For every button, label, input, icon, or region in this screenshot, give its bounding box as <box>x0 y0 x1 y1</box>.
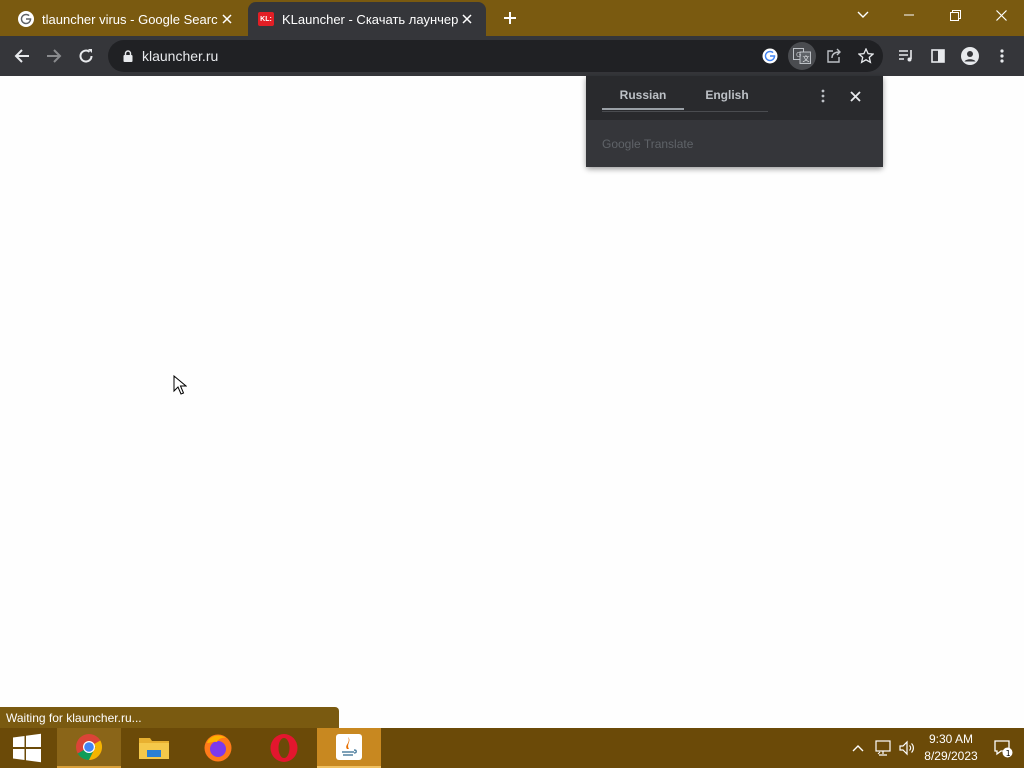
translate-footer: Google Translate <box>586 120 883 167</box>
google-translate-brand: Google Translate <box>602 137 694 151</box>
volume-icon[interactable] <box>896 728 918 768</box>
clock-date: 8/29/2023 <box>924 749 978 763</box>
page-content <box>0 76 1024 728</box>
close-window-button[interactable] <box>978 0 1024 30</box>
system-clock[interactable]: 9:30 AM 8/29/2023 <box>918 731 984 765</box>
media-control-icon[interactable] <box>892 42 920 70</box>
share-icon[interactable] <box>820 42 848 70</box>
language-tabs: Russian English <box>602 84 768 112</box>
tab-klauncher[interactable]: KL: KLauncher - Скачать лаунчер М... <box>248 2 486 36</box>
firefox-icon[interactable] <box>186 728 250 768</box>
forward-button[interactable] <box>40 42 68 70</box>
java-icon[interactable] <box>317 728 381 768</box>
svg-text:文: 文 <box>803 54 810 63</box>
url-text[interactable]: klauncher.ru <box>142 48 218 64</box>
translate-popup: Russian English Google Translate <box>586 76 883 167</box>
reload-button[interactable] <box>72 42 100 70</box>
chrome-icon[interactable] <box>57 728 121 768</box>
opera-icon[interactable] <box>252 728 316 768</box>
bookmark-star-icon[interactable] <box>852 42 880 70</box>
restore-button[interactable] <box>932 0 978 30</box>
tab-search-icon[interactable] <box>840 0 886 30</box>
notification-count: 1 <box>1006 749 1011 758</box>
back-button[interactable] <box>8 42 36 70</box>
tab-russian[interactable]: Russian <box>602 88 684 110</box>
file-explorer-icon[interactable] <box>122 728 186 768</box>
side-panel-icon[interactable] <box>924 42 952 70</box>
close-tab-icon[interactable] <box>458 10 476 28</box>
clock-time: 9:30 AM <box>928 732 974 746</box>
tab-title: KLauncher - Скачать лаунчер М... <box>282 11 458 27</box>
translate-icon[interactable]: G文 <box>788 42 816 70</box>
browser-toolbar: klauncher.ru G文 <box>0 36 1024 76</box>
tab-strip: tlauncher virus - Google Search KL: KLau… <box>0 0 1024 36</box>
browser-window: tlauncher virus - Google Search KL: KLau… <box>0 0 1024 728</box>
tab-english[interactable]: English <box>686 88 768 110</box>
close-icon[interactable] <box>846 87 864 105</box>
kebab-menu-icon[interactable] <box>988 42 1016 70</box>
start-button[interactable] <box>0 728 54 768</box>
profile-icon[interactable] <box>956 42 984 70</box>
address-bar[interactable]: klauncher.ru G文 <box>108 40 883 72</box>
show-hidden-icons-chevron-icon[interactable] <box>848 728 868 768</box>
close-tab-icon[interactable] <box>218 10 236 28</box>
klauncher-icon: KL: <box>258 11 274 27</box>
tab-title: tlauncher virus - Google Search <box>42 11 218 27</box>
google-lens-icon[interactable] <box>756 42 784 70</box>
taskbar: 9:30 AM 8/29/2023 1 <box>0 728 1024 768</box>
new-tab-button[interactable] <box>498 6 522 30</box>
minimize-button[interactable] <box>886 0 932 30</box>
mouse-cursor-icon <box>173 374 188 400</box>
status-bubble: Waiting for klauncher.ru... <box>0 707 339 728</box>
tab-google-search[interactable]: tlauncher virus - Google Search <box>8 2 246 36</box>
translate-options-icon[interactable] <box>815 87 831 105</box>
lock-icon[interactable] <box>120 48 136 64</box>
network-icon[interactable] <box>872 728 894 768</box>
notification-center-icon[interactable]: 1 <box>990 728 1016 768</box>
svg-text:G: G <box>796 51 801 59</box>
google-icon <box>18 11 34 27</box>
